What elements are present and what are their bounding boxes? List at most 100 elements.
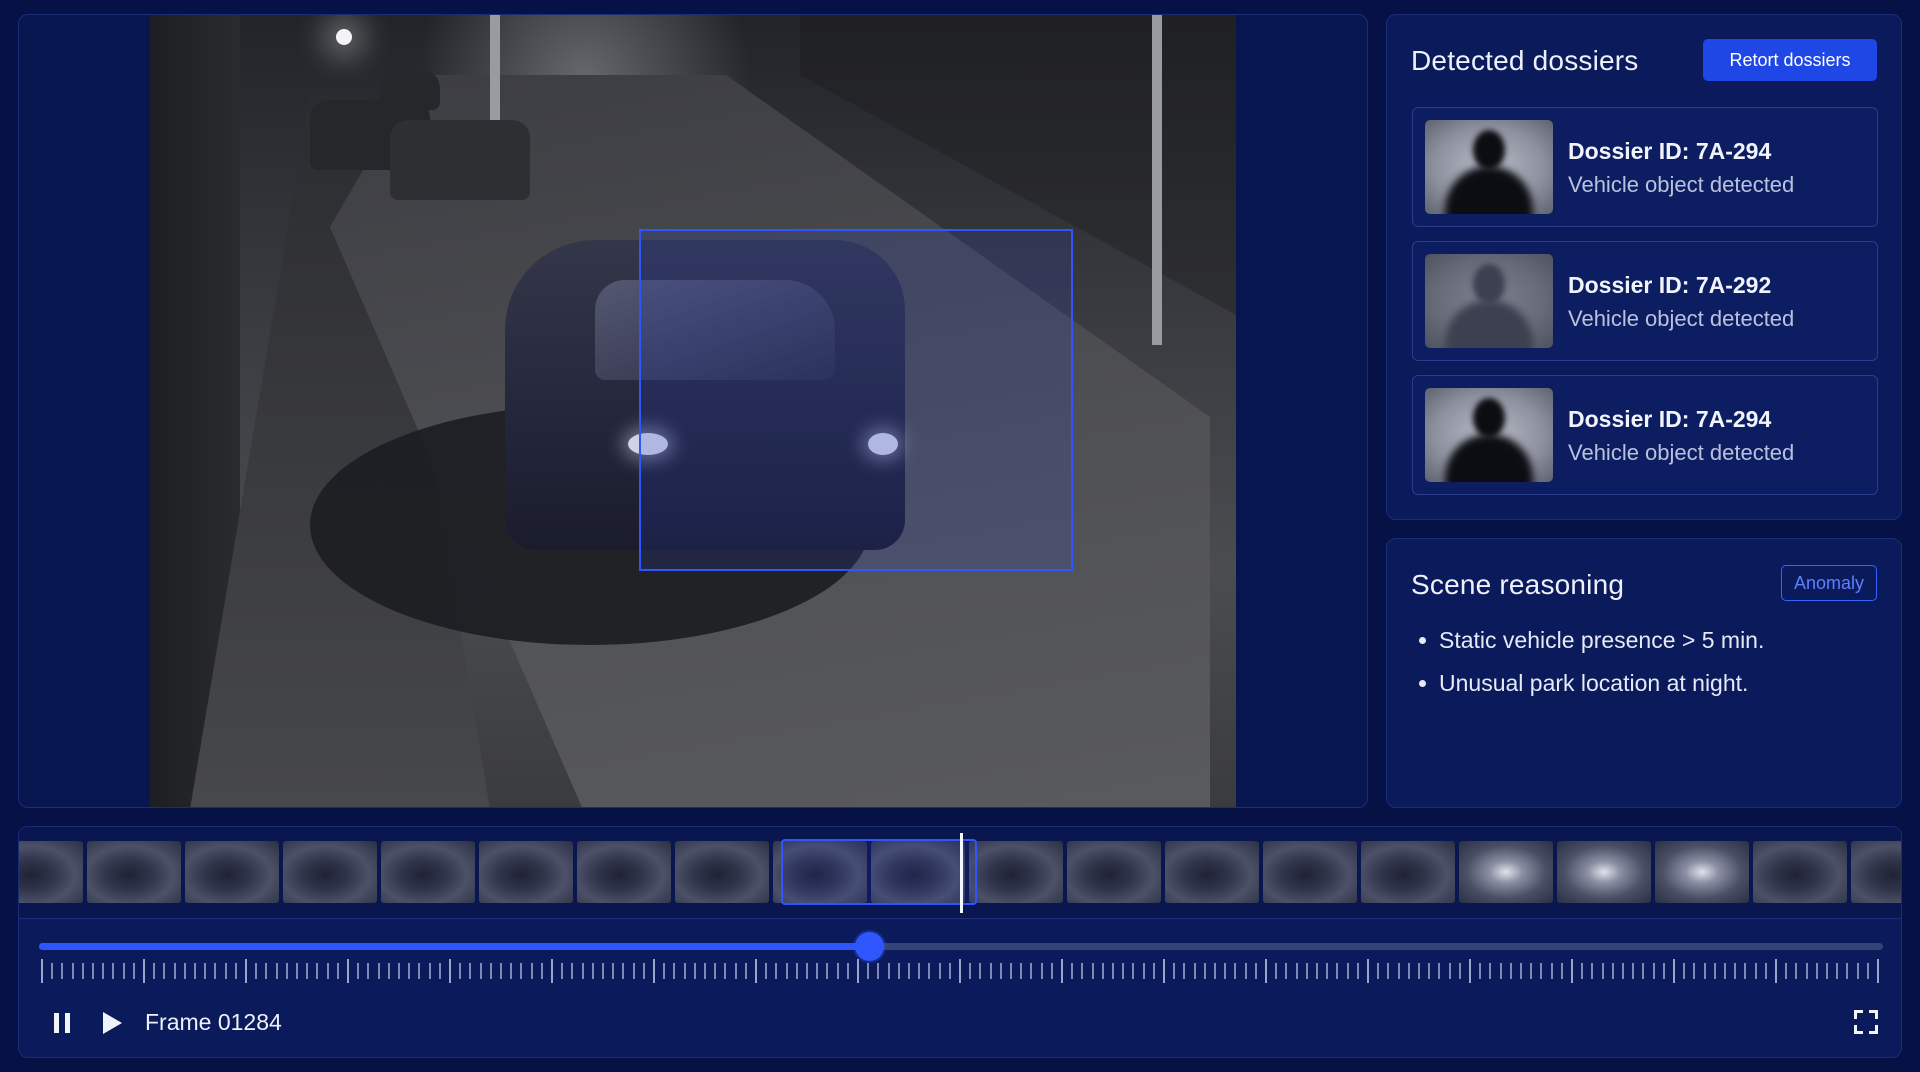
timeline-tick bbox=[153, 963, 156, 979]
dossier-card[interactable]: Dossier ID: 7A-292 Vehicle object detect… bbox=[1412, 241, 1878, 361]
surveillance-app: Detected dossiers Retort dossiers Dossie… bbox=[0, 0, 1920, 1072]
dossier-description: Vehicle object detected bbox=[1568, 306, 1795, 331]
timeline-tick bbox=[755, 959, 757, 983]
filmstrip-frame[interactable] bbox=[969, 841, 1063, 903]
scene-parked-car bbox=[380, 70, 440, 110]
timeline-tick bbox=[663, 963, 666, 979]
video-frame[interactable] bbox=[150, 15, 1236, 807]
filmstrip-frame[interactable] bbox=[1557, 841, 1651, 903]
timeline-tick bbox=[1071, 963, 1074, 979]
scene-pole bbox=[1152, 15, 1162, 345]
timeline-tick bbox=[367, 963, 370, 979]
timeline-tick bbox=[1877, 959, 1879, 983]
timeline-tick bbox=[1275, 963, 1278, 979]
filmstrip-frame[interactable] bbox=[185, 841, 279, 903]
frame-counter: Frame 01284 bbox=[145, 1009, 282, 1035]
timeline-tick bbox=[836, 963, 839, 979]
timeline-tick bbox=[1652, 963, 1655, 979]
timeline-tick bbox=[418, 963, 421, 979]
timeline-tick bbox=[1540, 963, 1543, 979]
dossiers-panel: Detected dossiers Retort dossiers Dossie… bbox=[1386, 14, 1902, 520]
dossier-card[interactable]: Dossier ID: 7A-294 Vehicle object detect… bbox=[1412, 107, 1878, 227]
timeline-tick bbox=[255, 963, 258, 979]
timeline-tick bbox=[51, 963, 54, 979]
timeline-tick bbox=[326, 963, 329, 979]
dossier-description: Vehicle object detected bbox=[1568, 440, 1795, 465]
dossier-id: Dossier ID: 7A-294 bbox=[1568, 406, 1772, 432]
timeline-tick bbox=[1611, 963, 1614, 979]
timeline-tick bbox=[571, 963, 574, 979]
timeline-tick bbox=[1122, 963, 1125, 979]
timeline-tick bbox=[1152, 963, 1155, 979]
timeline-tick bbox=[234, 963, 237, 979]
filmstrip-frame[interactable] bbox=[1459, 841, 1553, 903]
timeline-tick bbox=[500, 963, 502, 979]
timeline-tick bbox=[1754, 963, 1757, 979]
filmstrip-frame[interactable] bbox=[381, 841, 475, 903]
timeline-tick bbox=[551, 959, 553, 983]
timeline-tick bbox=[1142, 963, 1145, 979]
filmstrip-frame[interactable] bbox=[675, 841, 769, 903]
filmstrip-frame[interactable] bbox=[1067, 841, 1161, 903]
timeline-tick bbox=[469, 963, 472, 979]
dossier-card[interactable]: Dossier ID: 7A-294 Vehicle object detect… bbox=[1412, 375, 1878, 495]
filmstrip[interactable] bbox=[19, 827, 1901, 919]
timeline-tick bbox=[112, 963, 115, 979]
filmstrip-selection[interactable] bbox=[781, 839, 977, 905]
timeline-tick bbox=[1438, 963, 1441, 979]
timeline-tick bbox=[591, 963, 594, 979]
timeline-tick bbox=[714, 963, 717, 979]
dossier-thumbnail bbox=[1425, 120, 1553, 214]
timeline-tick bbox=[1744, 963, 1747, 979]
timeline-tick bbox=[81, 963, 84, 979]
filmstrip-frame[interactable] bbox=[1165, 841, 1259, 903]
filmstrip-frame[interactable] bbox=[1851, 841, 1901, 903]
filmstrip-frame[interactable] bbox=[283, 841, 377, 903]
timeline-tick bbox=[1305, 963, 1308, 979]
timeline-tick bbox=[1775, 959, 1777, 983]
timeline-tick bbox=[347, 959, 349, 983]
timeline-tick bbox=[612, 963, 615, 979]
timeline-tick bbox=[194, 963, 196, 979]
timeline-panel: Frame 01284 bbox=[18, 826, 1902, 1058]
dossier-thumbnail bbox=[1425, 254, 1553, 348]
timeline-tick bbox=[653, 959, 655, 983]
fullscreen-button[interactable] bbox=[1851, 1007, 1881, 1037]
filmstrip-frame[interactable] bbox=[1263, 841, 1357, 903]
timeline-tick bbox=[1509, 963, 1512, 979]
timeline-tick bbox=[1785, 963, 1788, 979]
person-silhouette-icon bbox=[1473, 398, 1505, 438]
reason-item: Unusual park location at night. bbox=[1415, 662, 1764, 705]
timeline-tick bbox=[71, 963, 74, 979]
timeline-tick bbox=[1499, 963, 1502, 979]
filmstrip-frame[interactable] bbox=[1361, 841, 1455, 903]
timeline-tick bbox=[744, 963, 747, 979]
timeline-tick bbox=[285, 963, 288, 979]
timeline-tick bbox=[1550, 963, 1553, 979]
filmstrip-frame[interactable] bbox=[479, 841, 573, 903]
timeline-tick bbox=[306, 963, 309, 979]
dossier-id: Dossier ID: 7A-292 bbox=[1568, 272, 1772, 298]
timeline-tick bbox=[1448, 963, 1451, 979]
filmstrip-frame[interactable] bbox=[1753, 841, 1847, 903]
filmstrip-frame[interactable] bbox=[1655, 841, 1749, 903]
filmstrip-frame[interactable] bbox=[87, 841, 181, 903]
retort-dossiers-button[interactable]: Retort dossiers bbox=[1703, 39, 1877, 81]
timeline-tick bbox=[1040, 963, 1043, 979]
detection-bounding-box[interactable] bbox=[639, 229, 1073, 571]
filmstrip-frame[interactable] bbox=[19, 841, 83, 903]
fullscreen-icon bbox=[1854, 1010, 1863, 1019]
timeline-tick bbox=[602, 963, 604, 979]
playhead[interactable] bbox=[960, 833, 963, 913]
scene-street-lamp bbox=[336, 29, 352, 45]
filmstrip-frame[interactable] bbox=[577, 841, 671, 903]
play-button[interactable] bbox=[97, 1007, 127, 1037]
scrub-thumb[interactable] bbox=[854, 932, 884, 961]
timeline-tick bbox=[1795, 963, 1798, 979]
timeline-tick bbox=[887, 963, 890, 979]
timeline-tick bbox=[1713, 963, 1716, 979]
pause-button[interactable] bbox=[47, 1007, 77, 1037]
timeline-tick bbox=[1805, 963, 1808, 979]
timeline-tick bbox=[1826, 963, 1828, 979]
scrub-track[interactable] bbox=[39, 932, 1883, 961]
